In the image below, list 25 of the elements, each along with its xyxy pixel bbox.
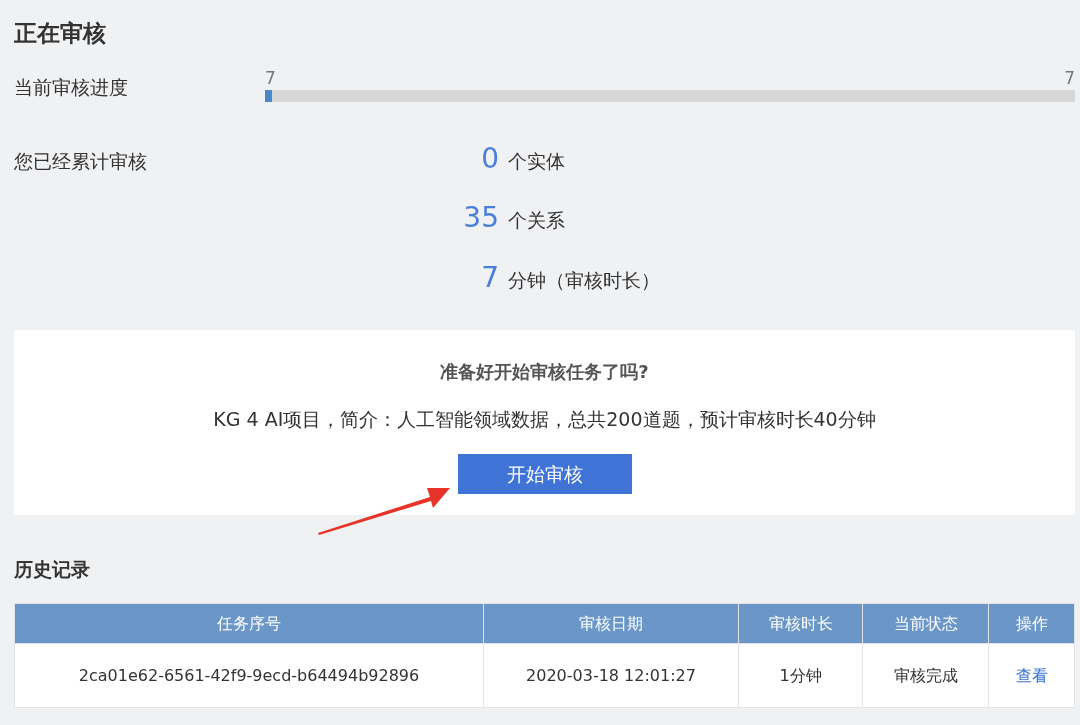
count-value: 35	[462, 203, 500, 234]
view-link[interactable]: 查看	[1015, 665, 1048, 685]
page-title: 正在审核	[14, 20, 107, 48]
history-title: 历史记录	[14, 556, 90, 582]
table-cell: 2ca01e62-6561-42f9-9ecd-b64494b92896	[14, 643, 484, 708]
column-header: 审核日期	[483, 603, 739, 644]
count-unit: 个实体	[508, 148, 565, 174]
progress-start-label: 7	[265, 69, 276, 87]
task-description: KG 4 AI项目，简介：人工智能领域数据，总共200道题，预计审核时长40分钟	[212, 407, 877, 433]
table-cell: 审核完成	[862, 643, 989, 708]
count-value: 0	[480, 143, 500, 175]
start-button[interactable]: 开始审核	[457, 453, 632, 494]
progress-label: 当前审核进度	[14, 75, 129, 101]
progress-end-label: 7	[1064, 69, 1075, 87]
task-question: 准备好开始审核任务了吗?	[439, 360, 650, 385]
totals-label: 您已经累计审核	[14, 148, 148, 174]
table-cell: 2020-03-18 12:01:27	[483, 643, 739, 708]
count-unit: 个关系	[508, 208, 565, 234]
column-header: 审核时长	[738, 603, 863, 644]
column-header: 任务序号	[14, 603, 484, 644]
table-cell: 1分钟	[738, 643, 863, 708]
column-header: 当前状态	[862, 603, 989, 644]
count-value: 7	[480, 262, 500, 294]
column-header: 操作	[988, 603, 1075, 644]
count-unit: 分钟（审核时长）	[508, 267, 660, 293]
